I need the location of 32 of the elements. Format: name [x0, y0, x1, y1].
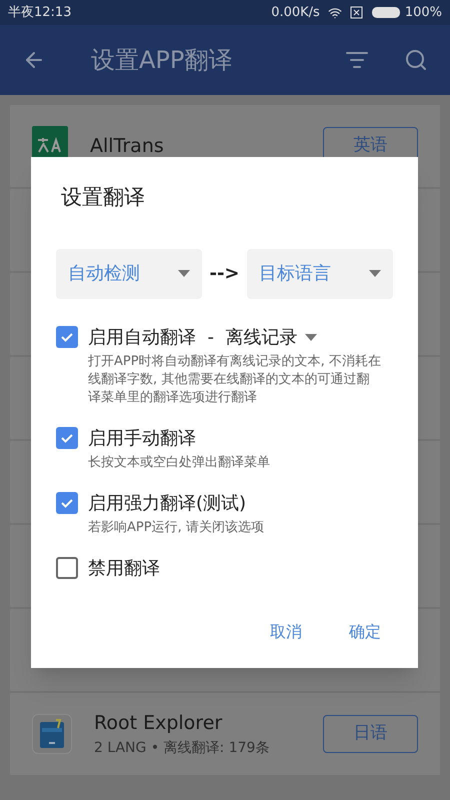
option-label: 禁用翻译 — [88, 556, 160, 580]
checkbox[interactable] — [56, 492, 78, 514]
folder-icon — [32, 714, 72, 754]
checkbox[interactable] — [56, 556, 78, 578]
app-name: Root Explorer — [94, 711, 224, 736]
language-button[interactable]: 日语 — [323, 715, 418, 753]
battery-icon — [370, 6, 401, 19]
source-language-dropdown[interactable]: 自动检测 — [56, 248, 202, 298]
toolbar-title: 设置APP翻译 — [91, 45, 234, 76]
network-speed: 0.00K/s — [271, 4, 320, 22]
sim-icon — [350, 6, 363, 19]
option-label: 启用强力翻译(测试) — [88, 492, 246, 516]
option-description: 打开APP时将自动翻译有离线记录的文本, 不消耗在线翻译字数, 其他需要在线翻译的文本的可通过翻译菜单里的翻译选项进行翻译 — [88, 352, 381, 406]
checkbox[interactable] — [56, 326, 78, 348]
clock: 半夜12:13 — [8, 4, 72, 22]
option-label: 启用自动翻译 - 离线记录 — [88, 326, 298, 350]
battery-level: 100% — [404, 4, 442, 22]
arrow-text: --> — [208, 262, 241, 286]
wifi-icon — [328, 6, 342, 20]
app-subtitle: 2 LANG • 离线翻译: 179条 — [94, 738, 270, 758]
option-label: 启用手动翻译 — [88, 426, 196, 450]
dialog-button[interactable]: 取消 — [270, 620, 302, 644]
dialog-title: 设置翻译 — [61, 184, 146, 211]
option-description: 长按文本或空白处弹出翻译菜单 — [88, 454, 271, 472]
search-icon[interactable] — [404, 48, 428, 72]
caret-icon — [305, 334, 318, 340]
target-language-dropdown[interactable]: 目标语言 — [247, 248, 393, 298]
dialog-button[interactable]: 确定 — [349, 620, 381, 644]
app-name: AllTrans — [90, 134, 165, 159]
checkbox[interactable] — [56, 426, 78, 448]
option-description: 若影响APP运行, 请关闭该选项 — [88, 518, 265, 536]
app-card[interactable]: Root Explorer 2 LANG • 离线翻译: 179条 日语 — [10, 693, 440, 775]
